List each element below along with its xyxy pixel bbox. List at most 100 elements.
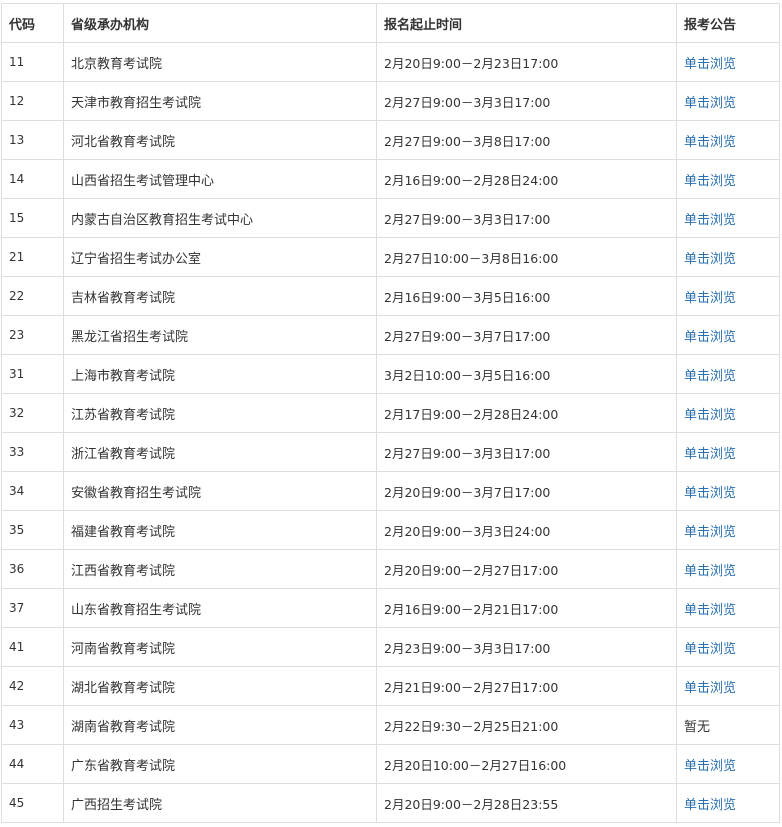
row-code: 13 (1, 120, 64, 160)
row-code: 42 (1, 666, 64, 706)
row-time: 2月16日9:00－2月21日17:00 (376, 588, 677, 628)
announcement-link[interactable]: 单击浏览 (684, 213, 736, 228)
table-row: 43 湖南省教育考试院 2月22日9:30－2月25日21:00 暂无 (1, 705, 780, 745)
row-org: 河北省教育考试院 (63, 120, 377, 160)
announcement-link[interactable]: 单击浏览 (684, 759, 736, 774)
row-org: 湖南省教育考试院 (63, 705, 377, 745)
announcement-link[interactable]: 单击浏览 (684, 447, 736, 462)
row-org: 内蒙古自治区教育招生考试中心 (63, 198, 377, 238)
announcement-link[interactable]: 单击浏览 (684, 135, 736, 150)
announcement-link[interactable]: 单击浏览 (684, 525, 736, 540)
row-code: 35 (1, 510, 64, 550)
header-time: 报名起止时间 (376, 3, 677, 43)
table-row: 13 河北省教育考试院 2月27日9:00－3月8日17:00 单击浏览 (1, 120, 780, 160)
table-row: 35 福建省教育考试院 2月20日9:00－3月3日24:00 单击浏览 (1, 510, 780, 550)
table-row: 37 山东省教育招生考试院 2月16日9:00－2月21日17:00 单击浏览 (1, 588, 780, 628)
row-time: 2月27日9:00－3月3日17:00 (376, 432, 677, 472)
row-announcement: 暂无 (676, 705, 780, 745)
row-time: 2月27日9:00－3月8日17:00 (376, 120, 677, 160)
row-time: 2月21日9:00－2月27日17:00 (376, 666, 677, 706)
announcement-link[interactable]: 单击浏览 (684, 681, 736, 696)
announcement-link[interactable]: 单击浏览 (684, 330, 736, 345)
announcement-link[interactable]: 单击浏览 (684, 252, 736, 267)
table-row: 15 内蒙古自治区教育招生考试中心 2月27日9:00－3月3日17:00 单击… (1, 198, 780, 238)
row-code: 37 (1, 588, 64, 628)
row-org: 广西招生考试院 (63, 783, 377, 823)
table-row: 11 北京教育考试院 2月20日9:00－2月23日17:00 单击浏览 (1, 42, 780, 82)
row-org: 辽宁省招生考试办公室 (63, 237, 377, 277)
row-announcement: 单击浏览 (676, 471, 780, 511)
row-org: 上海市教育考试院 (63, 354, 377, 394)
announcement-link[interactable]: 单击浏览 (684, 291, 736, 306)
row-announcement: 单击浏览 (676, 237, 780, 277)
row-code: 45 (1, 783, 64, 823)
header-code: 代码 (1, 3, 64, 43)
row-time: 2月27日9:00－3月3日17:00 (376, 81, 677, 121)
row-time: 2月27日9:00－3月3日17:00 (376, 198, 677, 238)
table-row: 44 广东省教育考试院 2月20日10:00－2月27日16:00 单击浏览 (1, 744, 780, 784)
row-time: 2月20日10:00－2月27日16:00 (376, 744, 677, 784)
row-code: 34 (1, 471, 64, 511)
row-announcement: 单击浏览 (676, 354, 780, 394)
row-org: 吉林省教育考试院 (63, 276, 377, 316)
row-time: 2月23日9:00－3月3日17:00 (376, 627, 677, 667)
row-time: 3月2日10:00－3月5日16:00 (376, 354, 677, 394)
row-time: 2月22日9:30－2月25日21:00 (376, 705, 677, 745)
row-code: 44 (1, 744, 64, 784)
row-time: 2月20日9:00－2月27日17:00 (376, 549, 677, 589)
row-announcement: 单击浏览 (676, 315, 780, 355)
row-announcement: 单击浏览 (676, 159, 780, 199)
row-code: 15 (1, 198, 64, 238)
table-row: 42 湖北省教育考试院 2月21日9:00－2月27日17:00 单击浏览 (1, 666, 780, 706)
announcement-link[interactable]: 单击浏览 (684, 174, 736, 189)
announcement-none: 暂无 (684, 719, 711, 735)
row-code: 12 (1, 81, 64, 121)
row-time: 2月20日9:00－2月28日23:55 (376, 783, 677, 823)
row-code: 41 (1, 627, 64, 667)
row-org: 江西省教育考试院 (63, 549, 377, 589)
row-code: 23 (1, 315, 64, 355)
row-org: 北京教育考试院 (63, 42, 377, 82)
announcement-link[interactable]: 单击浏览 (684, 798, 736, 813)
row-announcement: 单击浏览 (676, 198, 780, 238)
row-code: 31 (1, 354, 64, 394)
row-announcement: 单击浏览 (676, 549, 780, 589)
table-row: 32 江苏省教育考试院 2月17日9:00－2月28日24:00 单击浏览 (1, 393, 780, 433)
announcement-link[interactable]: 单击浏览 (684, 369, 736, 384)
row-announcement: 单击浏览 (676, 432, 780, 472)
announcement-link[interactable]: 单击浏览 (684, 642, 736, 657)
row-announcement: 单击浏览 (676, 393, 780, 433)
table-row: 36 江西省教育考试院 2月20日9:00－2月27日17:00 单击浏览 (1, 549, 780, 589)
table-row: 22 吉林省教育考试院 2月16日9:00－3月5日16:00 单击浏览 (1, 276, 780, 316)
table-row: 31 上海市教育考试院 3月2日10:00－3月5日16:00 单击浏览 (1, 354, 780, 394)
table-row: 21 辽宁省招生考试办公室 2月27日10:00－3月8日16:00 单击浏览 (1, 237, 780, 277)
row-code: 36 (1, 549, 64, 589)
row-org: 天津市教育招生考试院 (63, 81, 377, 121)
row-time: 2月16日9:00－2月28日24:00 (376, 159, 677, 199)
row-time: 2月20日9:00－2月23日17:00 (376, 42, 677, 82)
row-code: 14 (1, 159, 64, 199)
row-time: 2月16日9:00－3月5日16:00 (376, 276, 677, 316)
row-announcement: 单击浏览 (676, 42, 780, 82)
table-row: 45 广西招生考试院 2月20日9:00－2月28日23:55 单击浏览 (1, 783, 780, 823)
row-time: 2月27日10:00－3月8日16:00 (376, 237, 677, 277)
row-announcement: 单击浏览 (676, 744, 780, 784)
announcement-link[interactable]: 单击浏览 (684, 96, 736, 111)
table-row: 23 黑龙江省招生考试院 2月27日9:00－3月7日17:00 单击浏览 (1, 315, 780, 355)
row-announcement: 单击浏览 (676, 510, 780, 550)
header-announcement: 报考公告 (676, 3, 780, 43)
row-code: 22 (1, 276, 64, 316)
announcement-link[interactable]: 单击浏览 (684, 57, 736, 72)
row-org: 福建省教育考试院 (63, 510, 377, 550)
row-time: 2月17日9:00－2月28日24:00 (376, 393, 677, 433)
announcement-link[interactable]: 单击浏览 (684, 408, 736, 423)
row-code: 11 (1, 42, 64, 82)
announcement-link[interactable]: 单击浏览 (684, 486, 736, 501)
announcement-link[interactable]: 单击浏览 (684, 603, 736, 618)
registration-table: 代码 省级承办机构 报名起止时间 报考公告 11 北京教育考试院 2月20日9:… (1, 3, 780, 823)
row-code: 43 (1, 705, 64, 745)
row-time: 2月20日9:00－3月7日17:00 (376, 471, 677, 511)
announcement-link[interactable]: 单击浏览 (684, 564, 736, 579)
row-org: 河南省教育考试院 (63, 627, 377, 667)
table-row: 12 天津市教育招生考试院 2月27日9:00－3月3日17:00 单击浏览 (1, 81, 780, 121)
